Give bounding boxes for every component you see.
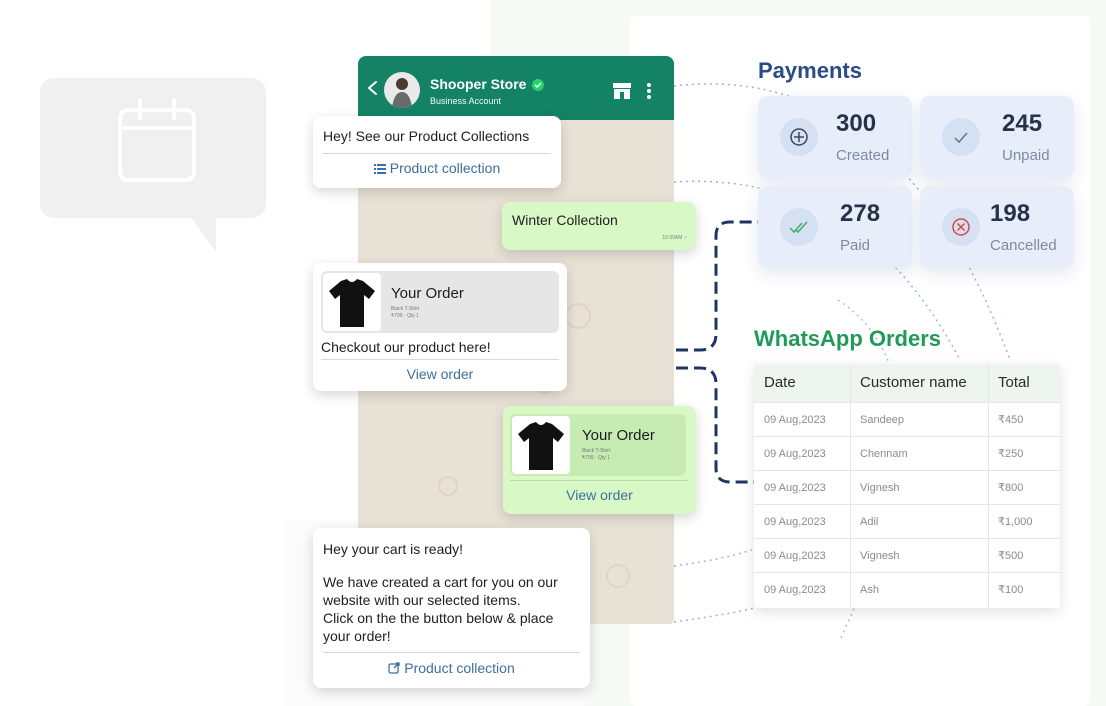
message-line: your order! — [323, 628, 391, 644]
message-product-collections: Hey! See our Product Collections Product… — [313, 116, 561, 188]
view-order-link[interactable]: View order — [313, 366, 567, 382]
stat-created: 300 Created — [758, 96, 912, 178]
cell-date: 09 Aug,2023 — [764, 516, 826, 528]
divider — [510, 480, 689, 481]
timestamp-text: 10:30AM — [662, 235, 683, 241]
order-card[interactable]: Your Order Black T-Shirt ₹799 · Qty 1 — [510, 414, 686, 476]
column-header-date[interactable]: Date — [754, 364, 850, 402]
order-title: Your Order — [391, 285, 464, 302]
cell-date: 09 Aug,2023 — [764, 448, 826, 460]
message-cart-ready: Hey your cart is ready! We have created … — [313, 528, 590, 688]
view-order-link[interactable]: View order — [503, 487, 696, 503]
cell-customer: Adil — [860, 516, 879, 528]
person-icon — [392, 78, 412, 108]
tshirt-icon — [518, 422, 564, 470]
check-icon — [942, 118, 980, 156]
message-line: website with our selected items. — [323, 592, 521, 608]
calendar-bubble-tail — [190, 216, 216, 252]
cell-customer: Ash — [860, 584, 879, 596]
orders-title: WhatsApp Orders — [754, 326, 942, 351]
order-title: Your Order — [582, 427, 655, 444]
double-check-icon — [780, 208, 818, 246]
cell-date: 09 Aug,2023 — [764, 482, 826, 494]
product-collection-link[interactable]: Product collection — [313, 660, 590, 678]
plus-circle-icon — [780, 118, 818, 156]
verified-badge-icon — [532, 79, 544, 91]
table-row[interactable]: 09 Aug,2023 Ash ₹100 — [754, 572, 1060, 606]
table-row[interactable]: 09 Aug,2023 Chennam ₹250 — [754, 436, 1060, 470]
avatar[interactable] — [384, 72, 420, 108]
stat-value: 198 — [990, 200, 1031, 227]
product-image — [512, 416, 570, 474]
cell-date: 09 Aug,2023 — [764, 414, 826, 426]
product-image — [323, 273, 381, 331]
order-product: Black T-Shirt — [582, 448, 611, 454]
stat-value: 300 — [836, 110, 877, 137]
cell-total: ₹450 — [998, 414, 1024, 426]
more-menu-icon[interactable] — [646, 82, 652, 100]
message-line: Hey your cart is ready! — [323, 541, 464, 557]
external-link-icon — [388, 662, 400, 674]
back-arrow-icon[interactable] — [366, 80, 380, 96]
stat-label: Unpaid — [1002, 147, 1050, 164]
column-divider — [988, 364, 989, 608]
tshirt-icon — [329, 279, 375, 327]
cell-total: ₹250 — [998, 448, 1024, 460]
order-card[interactable]: Your Order Black T-Shirt ₹799 · Qty 1 — [321, 271, 559, 333]
table-row[interactable]: 09 Aug,2023 Vignesh ₹800 — [754, 470, 1060, 504]
account-type: Business Account — [430, 96, 502, 106]
message-text: Checkout our product here! — [321, 339, 491, 355]
message-order-confirmation: Your Order Black T-Shirt ₹799 · Qty 1 Vi… — [503, 406, 696, 514]
read-check-icon: ✓ — [683, 235, 688, 241]
shop-icon[interactable] — [612, 82, 632, 100]
column-header-customer[interactable]: Customer name — [850, 364, 988, 402]
cell-date: 09 Aug,2023 — [764, 584, 826, 596]
cell-total: ₹1,000 — [998, 516, 1033, 528]
stat-value: 278 — [840, 200, 881, 227]
divider — [323, 153, 551, 154]
cell-total: ₹800 — [998, 482, 1024, 494]
order-price-qty: ₹799 · Qty 1 — [582, 455, 610, 461]
stat-unpaid: 245 Unpaid — [920, 96, 1074, 178]
message-order-checkout: Your Order Black T-Shirt ₹799 · Qty 1 Ch… — [313, 263, 567, 391]
message-line: Click on the the button below & place — [323, 610, 554, 626]
message-line: We have created a cart for you on our — [323, 574, 558, 590]
cell-total: ₹100 — [998, 584, 1024, 596]
stat-label: Paid — [840, 237, 871, 254]
stat-cancelled: 198 Cancelled — [920, 186, 1074, 268]
store-name: Shooper Store — [430, 76, 527, 92]
cell-customer: Chennam — [860, 448, 908, 460]
table-row[interactable]: 09 Aug,2023 Adil ₹1,000 — [754, 504, 1060, 538]
message-winter-collection: Winter Collection 10:30AM ✓ — [502, 202, 696, 250]
cell-customer: Sandeep — [860, 414, 905, 426]
list-icon — [373, 164, 386, 174]
calendar-icon — [118, 98, 196, 182]
cell-date: 09 Aug,2023 — [764, 550, 826, 562]
x-circle-icon — [942, 208, 980, 246]
column-header-total[interactable]: Total — [988, 364, 1060, 402]
order-product: Black T-Shirt — [391, 306, 420, 312]
divider — [323, 652, 580, 653]
link-label: Product collection — [389, 160, 501, 176]
cell-customer: Vignesh — [860, 550, 900, 562]
stat-value: 245 — [1002, 110, 1043, 137]
column-divider — [850, 364, 851, 608]
chat-header: Shooper Store Business Account — [358, 56, 674, 120]
payments-title: Payments — [758, 58, 862, 83]
product-collection-link[interactable]: Product collection — [313, 160, 561, 178]
cell-customer: Vignesh — [860, 482, 900, 494]
message-text: Hey! See our Product Collections — [323, 128, 530, 144]
table-row[interactable]: 09 Aug,2023 Vignesh ₹500 — [754, 538, 1060, 572]
stat-paid: 278 Paid — [758, 186, 912, 268]
message-text: Winter Collection — [512, 212, 618, 228]
table-row[interactable]: 09 Aug,2023 Sandeep ₹450 — [754, 402, 1060, 436]
cell-total: ₹500 — [998, 550, 1024, 562]
orders-table: Date Customer name Total 09 Aug,2023 San… — [754, 364, 1060, 608]
stat-label: Cancelled — [990, 237, 1057, 254]
stat-label: Created — [836, 147, 890, 164]
link-label: Product collection — [404, 660, 515, 676]
divider — [321, 359, 559, 360]
order-price-qty: ₹799 · Qty 1 — [391, 313, 419, 319]
message-timestamp: 10:30AM ✓ — [662, 235, 688, 241]
